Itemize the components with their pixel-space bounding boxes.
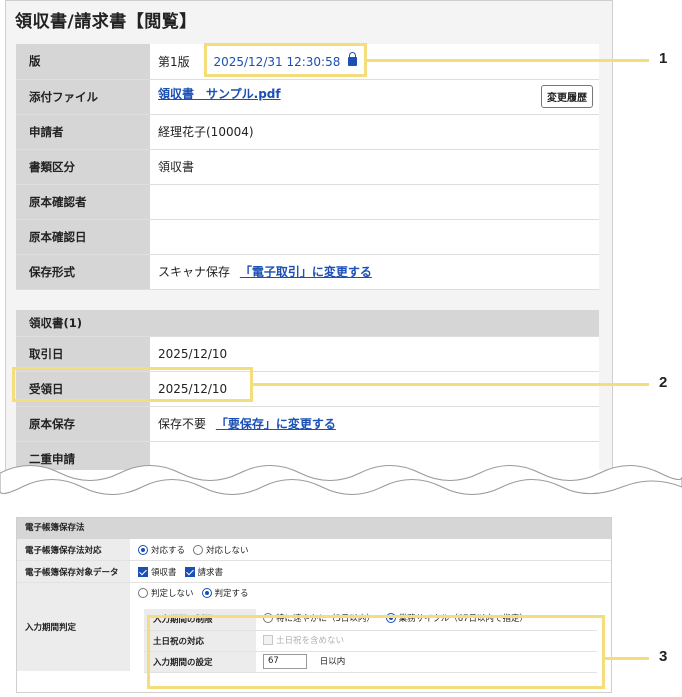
callout-line-2: [253, 383, 649, 386]
judge-no-option[interactable]: 判定しない: [138, 587, 194, 599]
original-checker-label: 原本確認者: [16, 184, 150, 220]
attachment-label: 添付ファイル: [16, 79, 150, 115]
applicant-value: 経理花子(10004): [150, 114, 599, 150]
original-storage-label: 原本保存: [16, 406, 150, 442]
table-row: 電子帳簿保存法対応 対応する 対応しない: [17, 539, 611, 561]
checkbox-checked-icon[interactable]: [184, 566, 195, 577]
table-row: 原本確認日: [16, 219, 599, 255]
table-row: 原本保存 保存不要 「要保存」に変更する: [16, 406, 599, 442]
callout-number-3: 3: [659, 648, 668, 665]
ebook-target-label: 電子帳簿保存対象データ: [17, 561, 130, 582]
callout-number-2: 2: [659, 374, 668, 391]
table-row: 保存形式 スキャナ保存 「電子取引」に変更する: [16, 254, 599, 290]
callout-line-3: [605, 657, 649, 660]
radio-selected-icon[interactable]: [201, 588, 212, 598]
attachment-link[interactable]: 領収書 サンプル.pdf: [158, 87, 281, 101]
version-value: 第1版: [158, 54, 190, 69]
version-label: 版: [16, 44, 150, 80]
doc-type-label: 書類区分: [16, 149, 150, 185]
page-title: 領収書/請求書【閲覧】: [15, 12, 197, 32]
ebook-support-label: 電子帳簿保存法対応: [17, 539, 130, 560]
storage-value: スキャナ保存: [158, 265, 231, 279]
table-row: 取引日 2025/12/10: [16, 336, 599, 372]
applicant-label: 申請者: [16, 114, 150, 150]
receipt-section-header: 領収書(1): [16, 310, 599, 337]
table-row: 書類区分 領収書: [16, 149, 599, 185]
change-to-electronic-link[interactable]: 「電子取引」に変更する: [240, 265, 372, 279]
input-period-judge-label: 入力期間判定: [17, 583, 130, 671]
support-yes-option[interactable]: 対応する: [138, 544, 185, 556]
highlight-box-input-period: [147, 615, 605, 689]
judge-yes-option[interactable]: 判定する: [201, 587, 249, 599]
target-invoice-checkbox[interactable]: 請求書: [184, 566, 223, 578]
target-receipt-checkbox[interactable]: 領収書: [138, 566, 177, 578]
change-history-button[interactable]: 変更履歴: [541, 85, 593, 108]
radio-icon[interactable]: [193, 544, 204, 555]
page-break-wave: [0, 465, 682, 495]
checkbox-checked-icon[interactable]: [138, 566, 148, 577]
original-check-date-value: [150, 219, 599, 255]
radio-selected-icon[interactable]: [138, 544, 148, 555]
document-info-table: 版 第1版 2025/12/31 12:30:58 添付ファイル 領収書 サンプ…: [16, 44, 599, 290]
storage-label: 保存形式: [16, 254, 150, 290]
callout-number-1: 1: [659, 50, 668, 67]
original-checker-value: [150, 184, 599, 220]
trade-date-label: 取引日: [16, 336, 150, 372]
support-no-option[interactable]: 対応しない: [193, 544, 249, 556]
change-to-required-link[interactable]: 「要保存」に変更する: [216, 417, 336, 431]
callout-line-1: [367, 59, 649, 62]
ebook-section-header: 電子帳簿保存法: [17, 518, 611, 539]
table-row: 原本確認者: [16, 184, 599, 220]
original-storage-value: 保存不要: [158, 417, 207, 431]
table-row: 領収書(1): [16, 310, 599, 337]
doc-type-value: 領収書: [150, 149, 599, 185]
trade-date-value: 2025/12/10: [150, 336, 599, 372]
table-row: 電子帳簿保存対象データ 領収書 請求書: [17, 561, 611, 583]
highlight-box-receipt-date: [12, 367, 253, 402]
table-row: 添付ファイル 領収書 サンプル.pdf 変更履歴: [16, 79, 599, 115]
original-check-date-label: 原本確認日: [16, 219, 150, 255]
highlight-box-timestamp: [204, 43, 367, 77]
table-row: 申請者 経理花子(10004): [16, 114, 599, 150]
radio-icon[interactable]: [138, 588, 148, 598]
